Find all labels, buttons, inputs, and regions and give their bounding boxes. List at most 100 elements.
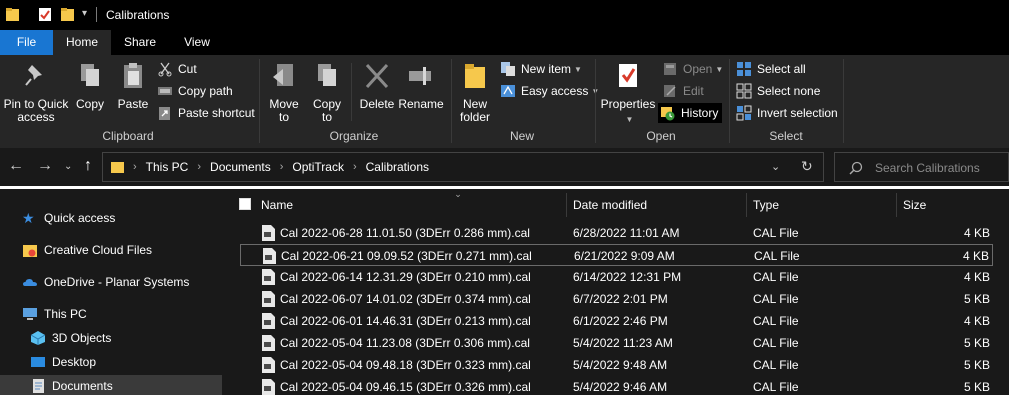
address-bar[interactable]: › This PC › Documents › OptiTrack › Cali…: [102, 152, 824, 182]
new-folder-label: New folder: [459, 97, 491, 124]
file-type: CAL File: [753, 358, 799, 372]
new-item-button[interactable]: New item ▼: [500, 59, 582, 79]
properties-quick-icon[interactable]: [38, 7, 52, 22]
paste-shortcut-button[interactable]: Paste shortcut: [157, 103, 255, 123]
organize-group-label: Organize: [329, 129, 379, 143]
file-name: Cal 2022-06-21 09.09.52 (3DErr 0.271 mm)…: [281, 249, 532, 263]
paste-label: Paste: [117, 97, 149, 111]
history-button[interactable]: History: [658, 103, 723, 123]
new-item-label: New item: [521, 62, 572, 76]
move-to-label: Move to: [269, 97, 299, 124]
column-header-type[interactable]: Type: [753, 193, 779, 217]
cal-file-icon: [262, 291, 275, 307]
file-type: CAL File: [754, 249, 800, 263]
copy-icon: [81, 64, 99, 86]
column-separator[interactable]: [896, 193, 897, 217]
column-separator[interactable]: [746, 193, 747, 217]
pin-to-quick-access-button[interactable]: Pin to Quick access: [2, 61, 70, 124]
table-row[interactable]: Cal 2022-05-04 09.46.15 (3DErr 0.326 mm)…: [240, 376, 993, 395]
breadcrumb-documents[interactable]: Documents: [210, 160, 271, 174]
table-row[interactable]: Cal 2022-06-07 14.01.02 (3DErr 0.374 mm)…: [240, 288, 993, 310]
new-folder-icon: [465, 64, 485, 88]
breadcrumb: › This PC › Documents › OptiTrack › Cali…: [111, 160, 429, 174]
rename-button[interactable]: Rename: [398, 61, 444, 111]
select-all-label: Select all: [757, 62, 806, 76]
file-name: Cal 2022-06-07 14.01.02 (3DErr 0.374 mm)…: [280, 292, 531, 306]
nav-item-label: Quick access: [44, 211, 116, 225]
file-type: CAL File: [753, 380, 799, 394]
nav-item-quick-access[interactable]: ★ Quick access: [22, 207, 115, 229]
up-arrow-icon[interactable]: ↑: [84, 157, 92, 175]
delete-label: Delete: [359, 97, 395, 111]
nav-item-3d-objects[interactable]: 3D Objects: [30, 327, 111, 349]
table-row[interactable]: Cal 2022-06-14 12.31.29 (3DErr 0.210 mm)…: [240, 266, 993, 288]
table-row[interactable]: Cal 2022-06-01 14.46.31 (3DErr 0.213 mm)…: [240, 310, 993, 332]
cut-button[interactable]: Cut: [157, 59, 197, 79]
select-all-icon: [737, 62, 751, 76]
column-header-name[interactable]: Name: [261, 193, 293, 217]
select-all-checkbox[interactable]: [239, 198, 251, 210]
forward-arrow-icon[interactable]: →: [37, 157, 53, 175]
nav-item-creative-cloud[interactable]: Creative Cloud Files: [22, 239, 152, 261]
invert-selection-button[interactable]: Invert selection: [736, 103, 838, 123]
nav-item-label: This PC: [44, 307, 87, 321]
new-folder-quick-icon[interactable]: [61, 7, 75, 22]
search-box[interactable]: Search Calibrations: [834, 152, 1009, 182]
recent-locations-chevron-icon[interactable]: ⌄: [64, 161, 72, 172]
search-icon: [849, 161, 863, 175]
pin-icon: [25, 65, 42, 86]
nav-item-this-pc[interactable]: This PC: [22, 303, 87, 325]
copy-to-button[interactable]: Copy to: [309, 61, 345, 124]
select-all-button[interactable]: Select all: [736, 59, 806, 79]
back-arrow-icon[interactable]: ←: [8, 157, 24, 175]
column-separator[interactable]: [566, 193, 567, 217]
open-button[interactable]: Open ▼: [662, 59, 723, 79]
copy-label: Copy: [75, 97, 104, 111]
nav-item-desktop[interactable]: Desktop: [30, 351, 96, 373]
refresh-icon[interactable]: ↻: [801, 158, 813, 175]
invert-selection-icon: [736, 105, 752, 121]
new-folder-button[interactable]: New folder: [456, 61, 494, 124]
file-type: CAL File: [753, 314, 799, 328]
properties-icon: [619, 64, 637, 87]
properties-button[interactable]: Properties ▼: [598, 61, 658, 126]
tab-file[interactable]: File: [0, 30, 53, 55]
cal-file-icon: [262, 357, 275, 373]
edit-button[interactable]: Edit: [662, 81, 704, 101]
file-date-modified: 5/4/2022 11:23 AM: [573, 336, 673, 350]
copy-button[interactable]: Copy: [72, 61, 108, 111]
breadcrumb-this-pc[interactable]: This PC: [146, 160, 189, 174]
file-name: Cal 2022-05-04 11.23.08 (3DErr 0.306 mm)…: [280, 336, 530, 350]
delete-button[interactable]: Delete: [356, 61, 398, 111]
cal-file-icon: [262, 269, 275, 285]
file-name: Cal 2022-06-28 11.01.50 (3DErr 0.286 mm)…: [280, 226, 530, 240]
copy-to-icon: [318, 64, 336, 86]
properties-chevron-down-icon: ▼: [625, 115, 634, 124]
nav-item-documents[interactable]: Documents: [0, 375, 222, 395]
invert-selection-label: Invert selection: [757, 106, 838, 120]
address-dropdown-chevron-icon[interactable]: ⌄: [771, 160, 780, 173]
nav-item-onedrive[interactable]: OneDrive - Planar Systems: [22, 271, 189, 293]
paste-button[interactable]: Paste: [112, 61, 154, 111]
tab-view[interactable]: View: [172, 30, 222, 55]
table-row[interactable]: Cal 2022-06-28 11.01.50 (3DErr 0.286 mm)…: [240, 222, 993, 244]
move-to-button[interactable]: Move to: [266, 61, 302, 124]
nav-item-label: Documents: [52, 379, 113, 393]
tab-share[interactable]: Share: [115, 30, 165, 55]
breadcrumb-optitrack[interactable]: OptiTrack: [292, 160, 344, 174]
address-row: ← → ⌄ ↑ › This PC › Documents › OptiTrac…: [0, 148, 1009, 186]
open-group-label: Open: [646, 129, 676, 143]
tab-home[interactable]: Home: [53, 30, 111, 55]
column-header-date-modified[interactable]: Date modified: [573, 193, 647, 217]
copy-path-button[interactable]: Copy path: [157, 81, 233, 101]
delete-x-icon: [365, 63, 389, 89]
column-header-size[interactable]: Size: [903, 193, 926, 217]
customize-quick-access-icon[interactable]: ▾: [82, 8, 87, 19]
history-label: History: [681, 106, 719, 120]
easy-access-button[interactable]: Easy access▼: [500, 81, 599, 101]
select-none-button[interactable]: Select none: [736, 81, 820, 101]
table-row[interactable]: Cal 2022-05-04 11.23.08 (3DErr 0.306 mm)…: [240, 332, 993, 354]
table-row[interactable]: Cal 2022-05-04 09.48.18 (3DErr 0.323 mm)…: [240, 354, 993, 376]
table-row[interactable]: Cal 2022-06-21 09.09.52 (3DErr 0.271 mm)…: [240, 244, 993, 266]
breadcrumb-calibrations[interactable]: Calibrations: [366, 160, 429, 174]
